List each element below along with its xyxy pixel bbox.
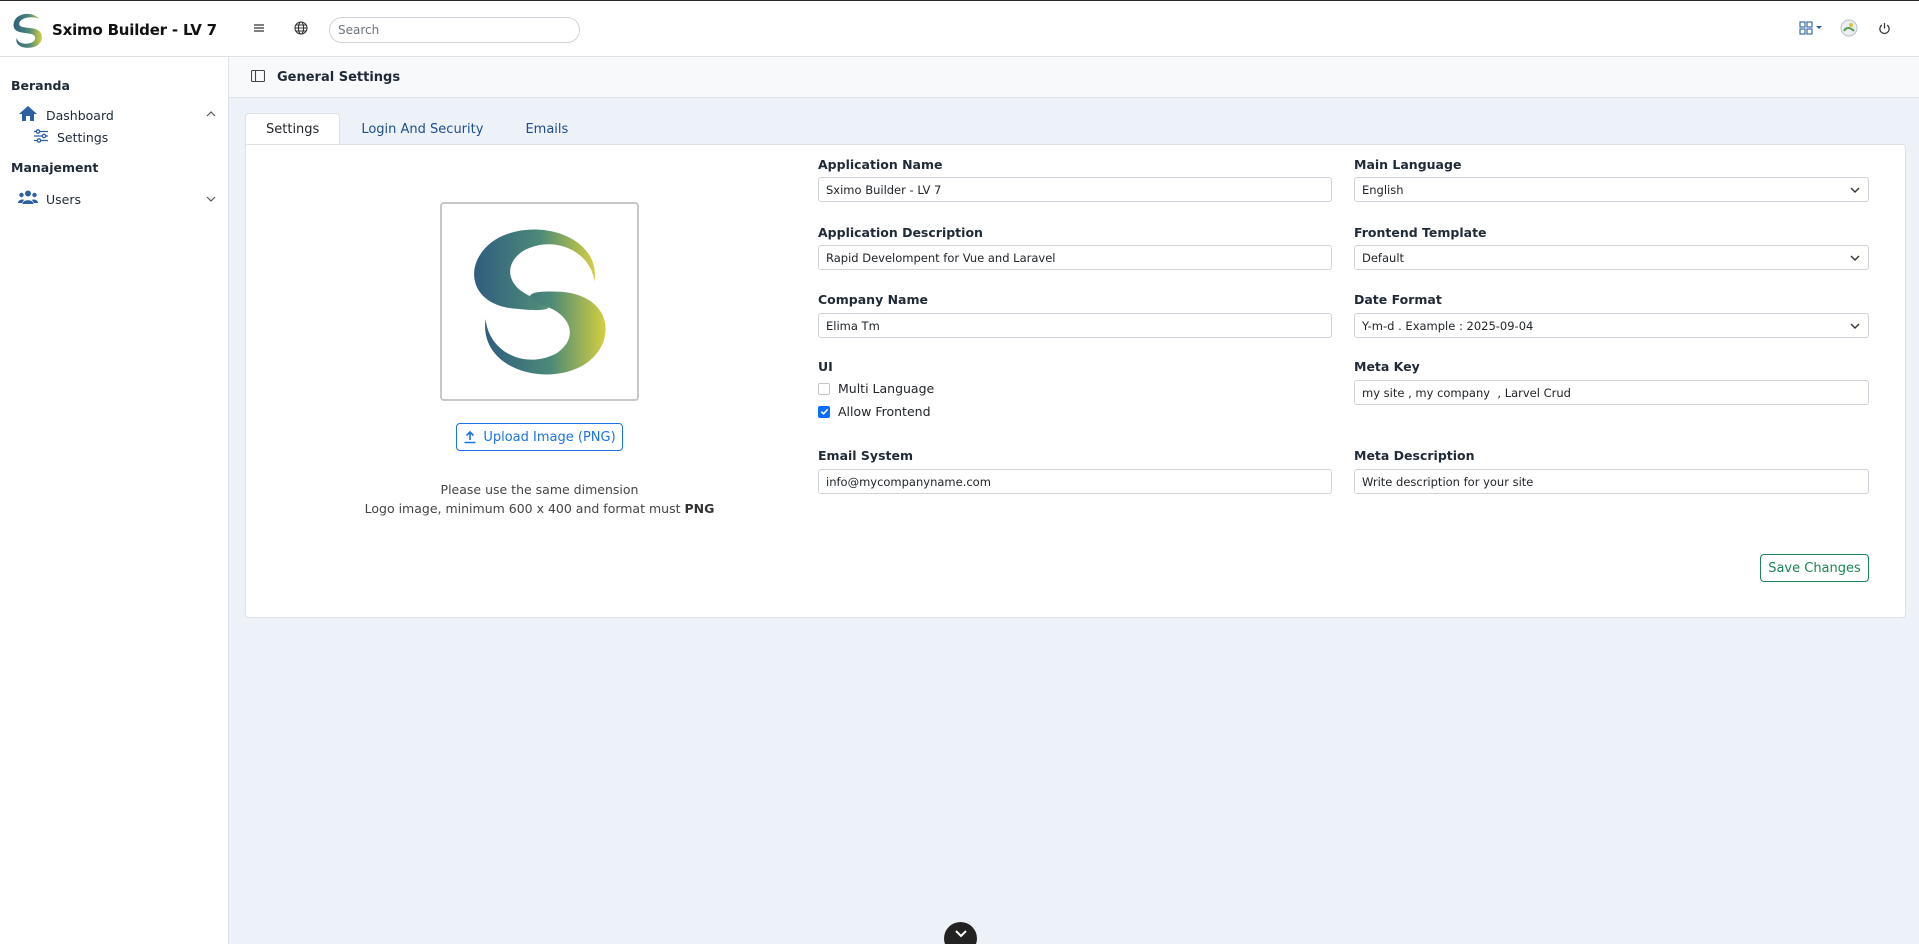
- floating-toggle-button[interactable]: [944, 922, 977, 944]
- meta-description-input[interactable]: [1354, 469, 1869, 494]
- app-logo-image: [473, 228, 606, 374]
- upload-image-label: Upload Image (PNG): [483, 429, 616, 445]
- page-header: General Settings: [229, 57, 1919, 98]
- upload-icon: [464, 430, 476, 444]
- multi-language-option[interactable]: Multi Language: [818, 381, 934, 396]
- date-format-label: Date Format: [1354, 292, 1442, 307]
- brand-logo-icon: [13, 13, 43, 48]
- home-icon: [18, 105, 38, 125]
- company-name-label: Company Name: [818, 292, 928, 307]
- settings-tabs: Settings Login And Security Emails: [245, 113, 589, 145]
- brand[interactable]: Sximo Builder - LV 7: [8, 10, 217, 50]
- upload-image-button[interactable]: Upload Image (PNG): [456, 423, 623, 451]
- upload-note-format: PNG: [684, 501, 715, 516]
- sidebar-item-users[interactable]: Users: [18, 190, 81, 208]
- app-name-label: Application Name: [818, 157, 943, 172]
- ui-label: UI: [818, 359, 833, 374]
- hamburger-icon[interactable]: [249, 18, 269, 38]
- multi-language-label: Multi Language: [838, 381, 935, 396]
- sidebar-section-beranda: Beranda: [11, 78, 70, 93]
- main-language-select[interactable]: English: [1354, 177, 1869, 202]
- sidebar-item-label: Settings: [57, 130, 109, 145]
- upload-note: Please use the same dimension Logo image…: [336, 480, 743, 518]
- multi-language-checkbox[interactable]: [818, 382, 830, 395]
- settings-card: Upload Image (PNG) Please use the same d…: [245, 144, 1906, 618]
- meta-key-label: Meta Key: [1354, 359, 1420, 374]
- chevron-down-icon: [954, 930, 967, 938]
- chevron-down-icon: [1850, 187, 1860, 193]
- meta-key-input[interactable]: [1354, 380, 1869, 405]
- page-title: General Settings: [277, 70, 401, 85]
- date-format-select[interactable]: Y-m-d . Example : 2025-09-04: [1354, 313, 1869, 338]
- sidebar: Beranda Dashboard Settings Manajement Us…: [0, 57, 229, 944]
- frontend-template-value: Default: [1362, 250, 1405, 265]
- app-description-input[interactable]: [818, 245, 1332, 270]
- sliders-icon: [33, 129, 49, 146]
- main-language-value: English: [1362, 182, 1404, 197]
- frontend-template-select[interactable]: Default: [1354, 245, 1869, 270]
- sidebar-item-label: Dashboard: [46, 107, 114, 123]
- date-format-value: Y-m-d . Example : 2025-09-04: [1362, 318, 1534, 333]
- tab-settings[interactable]: Settings: [245, 113, 341, 145]
- sidebar-item-label: Users: [46, 191, 82, 207]
- chevron-down-icon: [1850, 323, 1860, 329]
- app-name-input[interactable]: [818, 177, 1332, 202]
- allow-frontend-checkbox[interactable]: [818, 405, 830, 418]
- allow-frontend-label: Allow Frontend: [838, 404, 931, 419]
- chevron-down-icon[interactable]: [206, 193, 216, 208]
- search-input[interactable]: [329, 17, 580, 43]
- globe-icon[interactable]: [291, 18, 311, 38]
- avatar-icon[interactable]: [1839, 18, 1859, 38]
- brand-name: Sximo Builder - LV 7: [52, 21, 217, 39]
- power-icon[interactable]: [1874, 18, 1894, 38]
- upload-note-line1: Please use the same dimension: [440, 482, 639, 497]
- tab-login-and-security[interactable]: Login And Security: [340, 113, 504, 145]
- upload-note-line2: Logo image, minimum 600 x 400 and format…: [336, 499, 743, 518]
- upload-note-prefix: Logo image, minimum 600 x 400 and format…: [364, 501, 685, 516]
- sidebar-toggle-icon[interactable]: [250, 69, 266, 86]
- email-system-input[interactable]: [818, 469, 1332, 494]
- chevron-down-icon: [1850, 255, 1860, 261]
- apps-grid-icon[interactable]: [1798, 18, 1826, 38]
- logo-preview: [440, 202, 639, 401]
- chevron-up-icon[interactable]: [206, 108, 216, 123]
- save-changes-button[interactable]: Save Changes: [1760, 554, 1869, 582]
- frontend-template-label: Frontend Template: [1354, 225, 1487, 240]
- tab-emails[interactable]: Emails: [504, 113, 589, 145]
- top-navbar: Sximo Builder - LV 7: [0, 0, 1919, 57]
- sidebar-section-manajement: Manajement: [11, 160, 99, 175]
- app-description-label: Application Description: [818, 225, 983, 240]
- meta-description-label: Meta Description: [1354, 448, 1475, 463]
- company-name-input[interactable]: [818, 313, 1332, 338]
- email-system-label: Email System: [818, 448, 913, 463]
- allow-frontend-option[interactable]: Allow Frontend: [818, 404, 931, 419]
- sidebar-item-settings[interactable]: Settings: [33, 129, 108, 146]
- sidebar-item-dashboard[interactable]: Dashboard: [18, 105, 114, 125]
- check-icon: [820, 408, 828, 415]
- users-icon: [18, 190, 38, 208]
- main-language-label: Main Language: [1354, 157, 1462, 172]
